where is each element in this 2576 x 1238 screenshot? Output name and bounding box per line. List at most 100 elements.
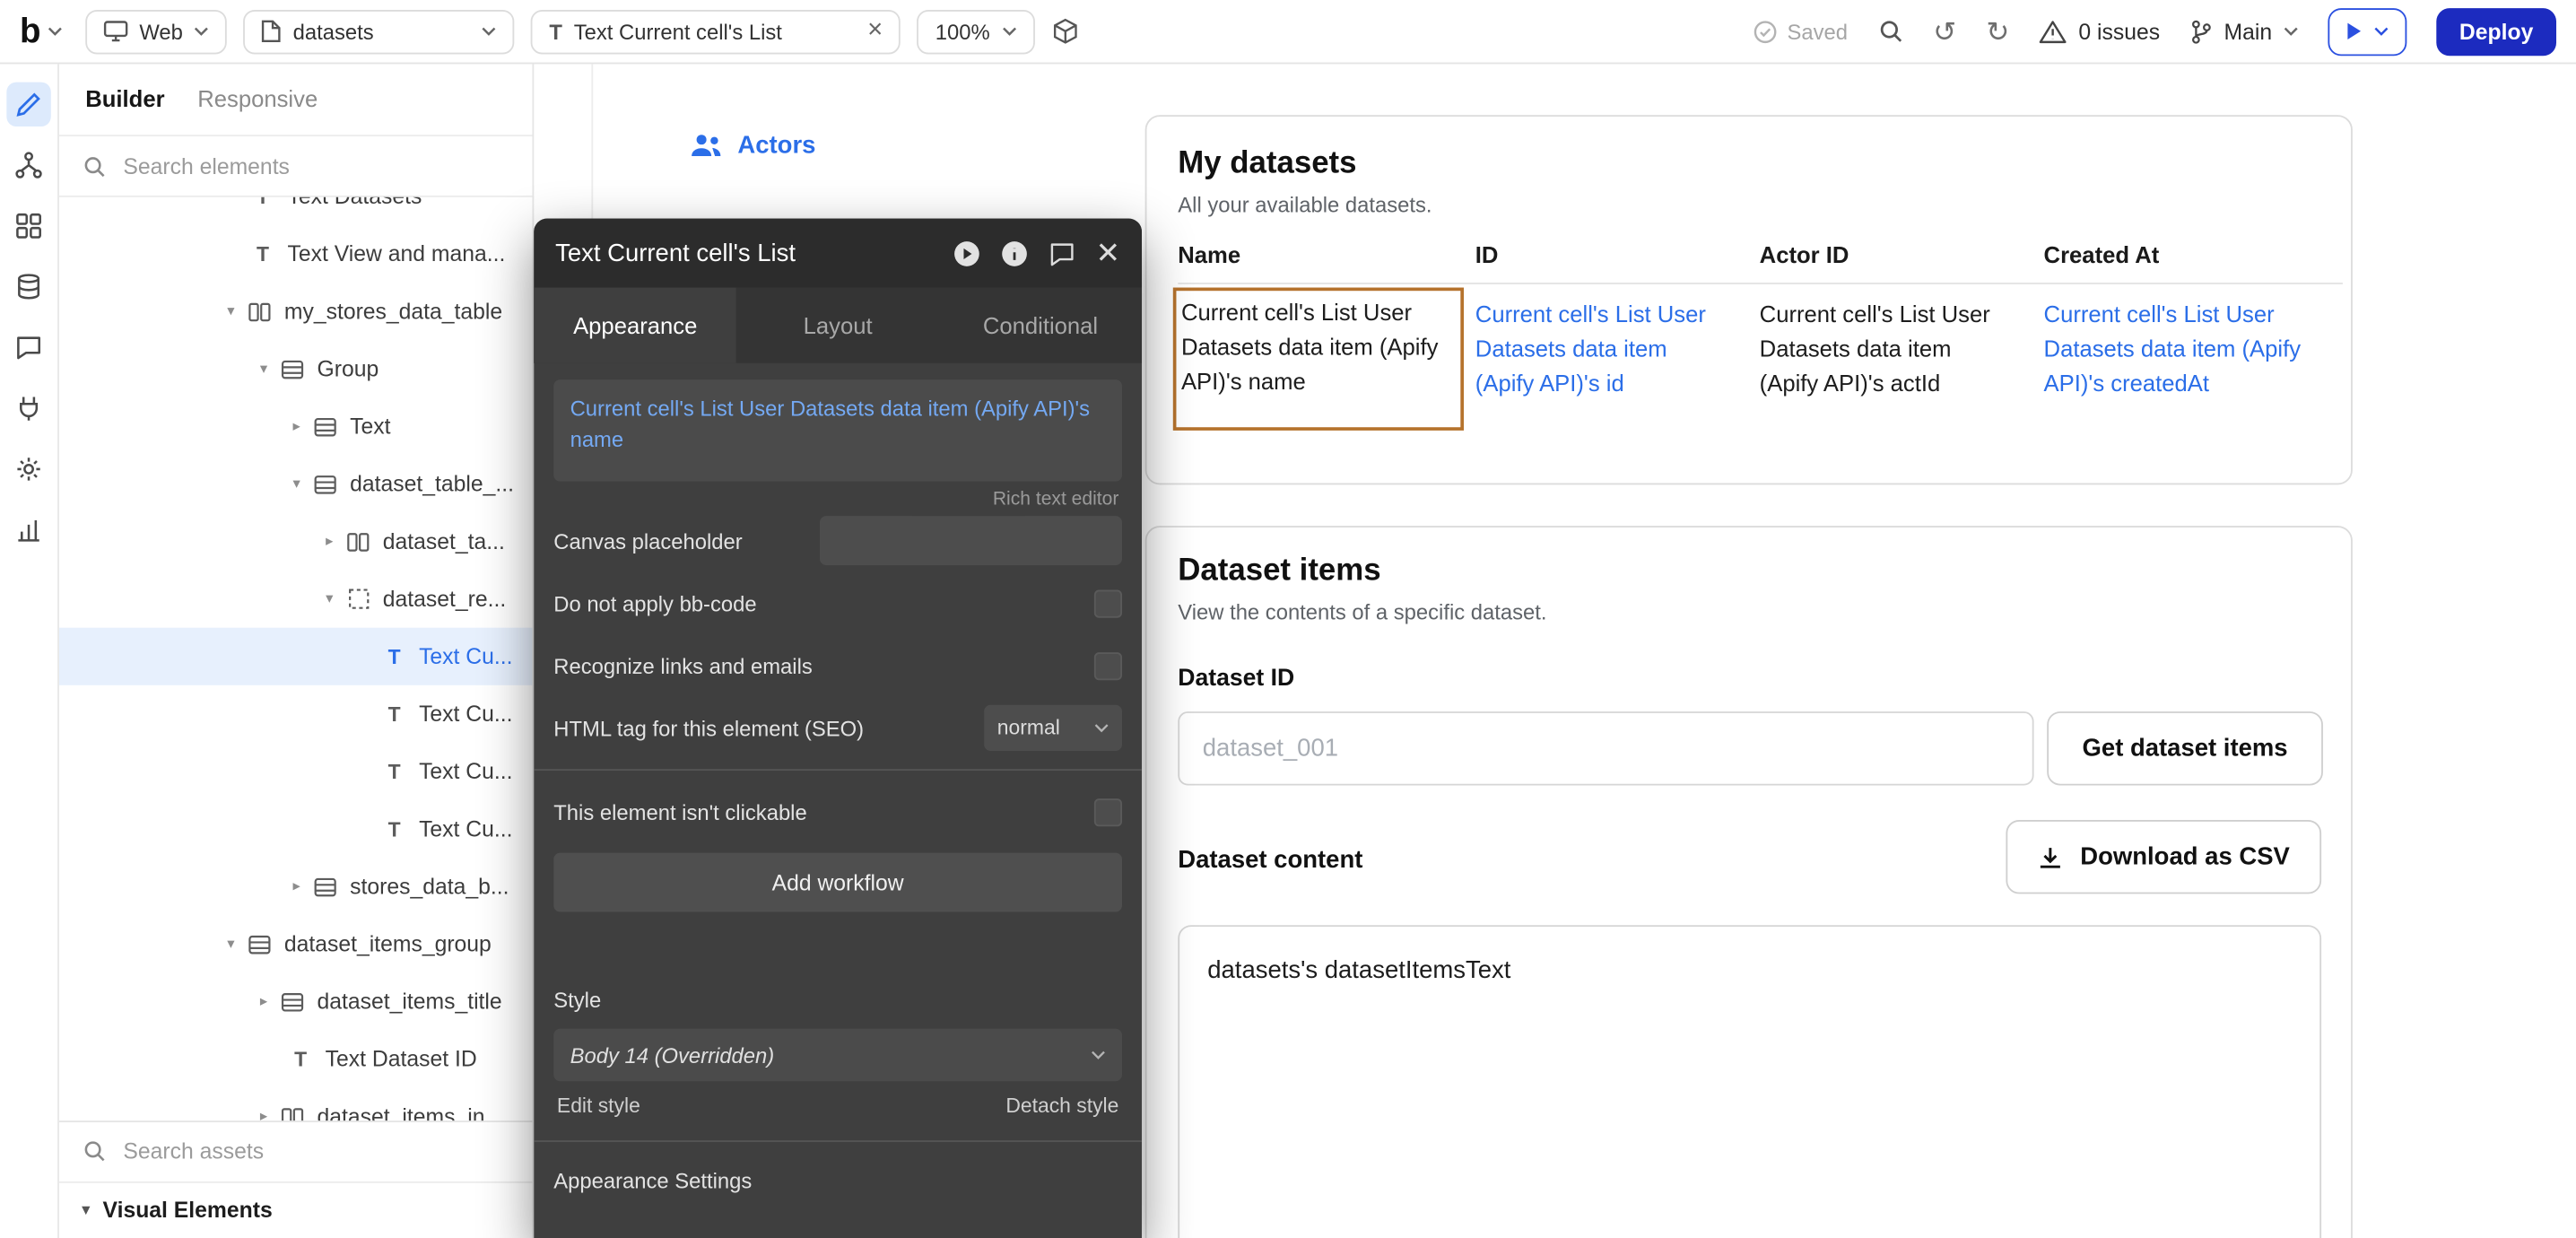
cell-id-text[interactable]: Current cell's List User Datasets data i…: [1475, 298, 1722, 401]
design-tab-button[interactable]: [6, 83, 50, 126]
plugins-tab-button[interactable]: [6, 386, 50, 430]
expand-arrow-icon[interactable]: ▸: [255, 1108, 273, 1120]
tree-item-selected[interactable]: T Text Cu...: [59, 628, 533, 685]
workflow-tab-button[interactable]: [6, 143, 50, 187]
bbcode-row: Do not apply bb-code: [534, 571, 1142, 634]
table-header-divider: [1178, 283, 2343, 284]
comment-icon[interactable]: [1048, 240, 1075, 267]
expand-arrow-icon[interactable]: ▸: [255, 992, 273, 1010]
tree-item[interactable]: T Text Cu...: [59, 800, 533, 858]
style-links-row: Edit style Detach style: [534, 1081, 1142, 1117]
preview-button[interactable]: [2328, 7, 2406, 55]
rich-text-editor-hint[interactable]: Rich text editor: [534, 482, 1142, 510]
tree-item[interactable]: ▸ Text: [59, 397, 533, 455]
canvas-placeholder-input[interactable]: [820, 516, 1122, 565]
expand-arrow-icon[interactable]: ▸: [288, 417, 306, 435]
tree-item[interactable]: ▸ dataset_ta...: [59, 512, 533, 570]
preview-element-play-icon[interactable]: [953, 240, 980, 267]
component-cube-icon[interactable]: [1052, 17, 1080, 45]
tree-item-label: dataset_items_title: [318, 990, 502, 1014]
tab-builder[interactable]: Builder: [85, 85, 164, 111]
detach-style-link[interactable]: Detach style: [1005, 1094, 1118, 1118]
tree-item[interactable]: T Text Cu...: [59, 743, 533, 800]
collapse-arrow-icon[interactable]: ▾: [222, 302, 239, 320]
visual-elements-label: Visual Elements: [103, 1198, 273, 1222]
collapse-arrow-icon[interactable]: ▾: [320, 590, 338, 608]
tab-appearance[interactable]: Appearance: [534, 288, 736, 363]
tree-item[interactable]: T Text Cu...: [59, 685, 533, 743]
recognize-links-checkbox[interactable]: [1094, 651, 1122, 679]
tree-item[interactable]: ▸ dataset_items_title: [59, 972, 533, 1030]
page-selector[interactable]: datasets: [244, 9, 515, 53]
bbcode-checkbox[interactable]: [1094, 589, 1122, 617]
search-elements-input[interactable]: [120, 152, 509, 179]
chevron-down-icon: [2284, 26, 2298, 36]
cell-actor-id-text[interactable]: Current cell's List User Datasets data i…: [1760, 298, 1999, 401]
collapse-arrow-icon[interactable]: ▾: [222, 935, 239, 953]
appearance-settings-label[interactable]: Appearance Settings: [534, 1168, 1142, 1192]
not-clickable-checkbox[interactable]: [1094, 798, 1122, 825]
platform-selector[interactable]: Web: [85, 9, 227, 53]
check-circle-icon: [1753, 19, 1777, 43]
tree-item[interactable]: ▸ dataset_items_in...: [59, 1088, 533, 1120]
toolbar-right-group: Saved ↺ ↻ 0 issues Main Deploy: [1753, 7, 2556, 55]
collapse-arrow-icon[interactable]: ▾: [288, 475, 306, 493]
tab-layout[interactable]: Layout: [736, 288, 939, 363]
search-assets-input[interactable]: [120, 1137, 509, 1164]
panel-tabs: Builder Responsive: [59, 63, 533, 136]
search-icon[interactable]: [1877, 18, 1903, 44]
tree-item[interactable]: ▾ dataset_re...: [59, 571, 533, 628]
selected-element-outline[interactable]: Current cell's List User Datasets data i…: [1173, 288, 1464, 431]
not-clickable-label: This element isn't clickable: [553, 799, 806, 824]
bubble-logo-menu[interactable]: b: [20, 14, 62, 48]
dataset-id-input[interactable]: [1178, 711, 2033, 785]
visual-elements-section[interactable]: ▾ Visual Elements: [59, 1181, 533, 1238]
tree-item[interactable]: ▸ stores_data_b...: [59, 858, 533, 915]
style-select[interactable]: Body 14 (Overridden): [553, 1029, 1122, 1082]
bar-chart-icon: [14, 516, 42, 544]
expand-arrow-icon[interactable]: ▸: [320, 532, 338, 550]
branch-selector[interactable]: Main: [2189, 19, 2298, 43]
edit-style-link[interactable]: Edit style: [557, 1094, 640, 1118]
tab-responsive[interactable]: Responsive: [197, 85, 318, 111]
tree-item[interactable]: ▾ Group: [59, 340, 533, 397]
property-editor-header[interactable]: Text Current cell's List ✕: [534, 219, 1142, 288]
close-icon[interactable]: ×: [867, 18, 883, 44]
deploy-button[interactable]: Deploy: [2436, 7, 2556, 55]
columns-element-icon: [345, 532, 371, 552]
info-icon[interactable]: [1000, 240, 1028, 267]
search-elements-bar: [59, 136, 533, 197]
tree-item[interactable]: T Text Datasets: [59, 197, 533, 225]
issues-button[interactable]: 0 issues: [2039, 19, 2160, 43]
redo-icon[interactable]: ↻: [1986, 17, 2009, 45]
not-clickable-row: This element isn't clickable: [534, 780, 1142, 843]
expand-arrow-icon[interactable]: ▸: [288, 877, 306, 895]
cell-created-at-text[interactable]: Current cell's List User Datasets data i…: [2044, 298, 2333, 401]
components-tab-button[interactable]: [6, 204, 50, 248]
tree-item[interactable]: T Text View and mana...: [59, 225, 533, 283]
styles-tab-button[interactable]: [6, 326, 50, 370]
gear-icon: [14, 455, 42, 483]
tree-item[interactable]: ▾ dataset_items_group: [59, 915, 533, 972]
collapse-arrow-icon[interactable]: ▾: [255, 360, 273, 378]
tab-conditional[interactable]: Conditional: [939, 288, 1142, 363]
rich-text-value-box[interactable]: Current cell's List User Datasets data i…: [553, 379, 1122, 482]
close-icon[interactable]: ✕: [1096, 239, 1121, 268]
tree-item[interactable]: T Text Dataset ID: [59, 1030, 533, 1087]
page-selector-label: datasets: [293, 19, 471, 43]
logs-tab-button[interactable]: [6, 508, 50, 552]
nav-item-actors[interactable]: Actors: [690, 132, 815, 160]
my-datasets-card: My datasets All your available datasets.…: [1145, 115, 2353, 484]
tree-item[interactable]: ▾ my_stores_data_table: [59, 283, 533, 340]
element-tab[interactable]: T Text Current cell's List ×: [531, 9, 901, 53]
data-tab-button[interactable]: [6, 265, 50, 309]
dataset-content-box[interactable]: datasets's datasetItemsText: [1178, 925, 2321, 1238]
seo-tag-select[interactable]: normal: [984, 705, 1122, 751]
undo-icon[interactable]: ↺: [1933, 17, 1956, 45]
add-workflow-button[interactable]: Add workflow: [553, 853, 1122, 912]
download-csv-button[interactable]: Download as CSV: [2006, 820, 2321, 894]
zoom-selector[interactable]: 100%: [918, 9, 1036, 53]
settings-tab-button[interactable]: [6, 447, 50, 491]
tree-item[interactable]: ▾ dataset_table_...: [59, 455, 533, 512]
get-dataset-items-button[interactable]: Get dataset items: [2047, 711, 2323, 785]
